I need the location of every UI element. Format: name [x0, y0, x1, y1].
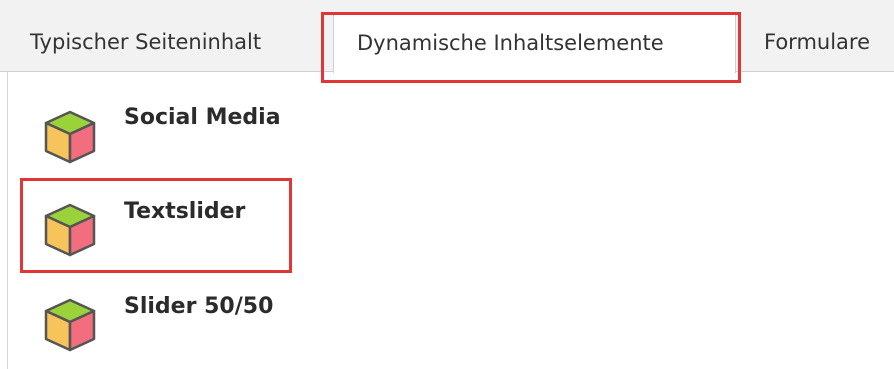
tab-formulare[interactable]: Formulare — [764, 14, 894, 72]
list-item-label: Social Media — [124, 105, 281, 130]
tab-typischer-seiteninhalt[interactable]: Typischer Seiteninhalt — [30, 14, 320, 72]
list-item-slider-50-50[interactable]: Slider 50/50 — [8, 285, 508, 355]
list-item-social-media[interactable]: Social Media — [8, 99, 508, 169]
highlight-box-textslider — [20, 178, 292, 273]
content-element-cube-icon — [44, 298, 96, 352]
list-item-label: Slider 50/50 — [124, 294, 274, 319]
content-element-cube-icon — [44, 110, 96, 164]
highlight-box-tab — [321, 12, 741, 83]
